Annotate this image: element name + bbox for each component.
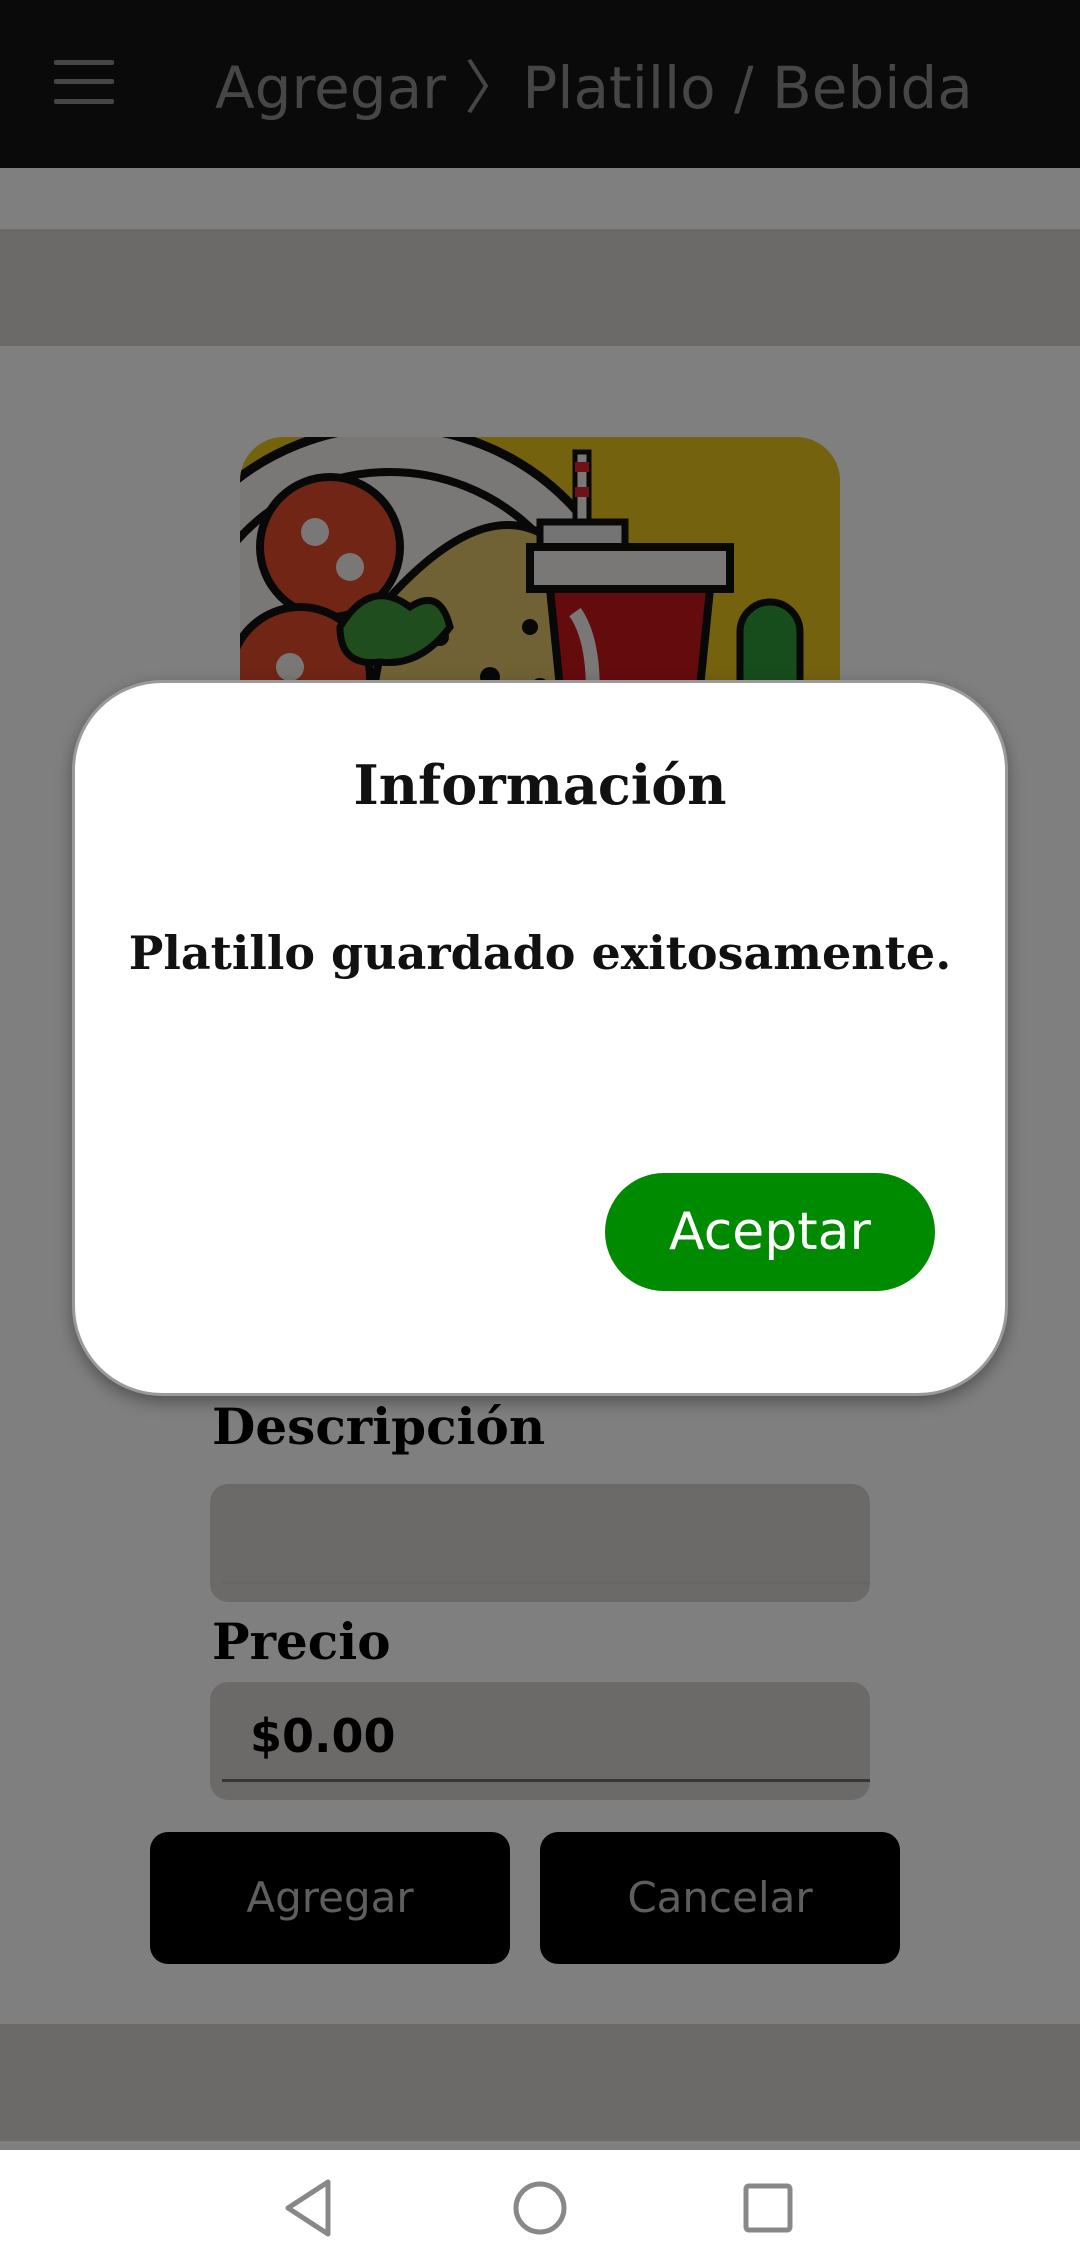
system-nav-bar — [0, 2150, 1080, 2268]
dialog-message: Platillo guardado exitosamente. — [128, 926, 952, 980]
info-dialog: Información Platillo guardado exitosamen… — [72, 680, 1008, 1396]
screen: Agregar 〉Platillo / Bebida — [0, 0, 1080, 2268]
dialog-title: Información — [353, 753, 727, 817]
back-triangle-icon[interactable] — [270, 2168, 350, 2248]
home-circle-icon[interactable] — [500, 2168, 580, 2248]
accept-button[interactable]: Aceptar — [605, 1173, 935, 1291]
recents-square-icon[interactable] — [728, 2168, 808, 2248]
